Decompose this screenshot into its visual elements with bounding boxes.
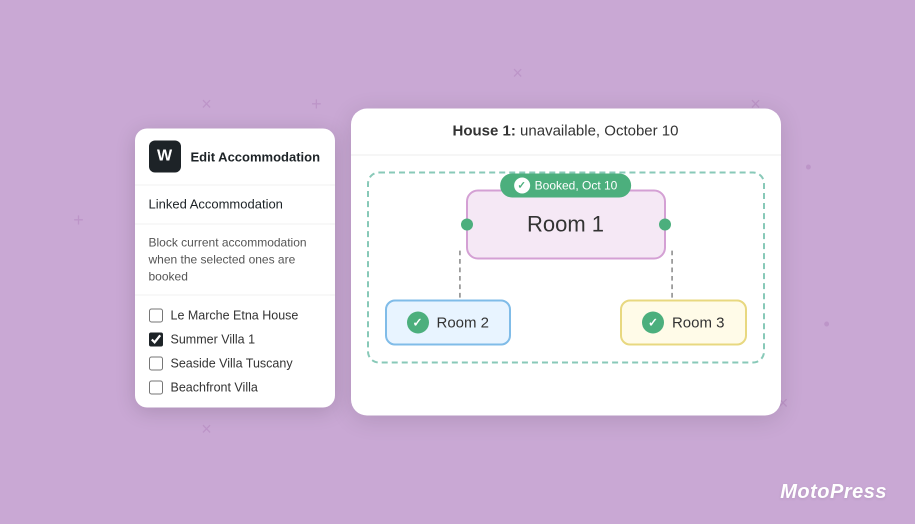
room3-box: Room 3 bbox=[620, 300, 747, 346]
booked-badge-text: Booked, Oct 10 bbox=[535, 179, 618, 193]
motopress-brand: MotoPress bbox=[780, 481, 887, 504]
checkbox-label-1: Summer Villa 1 bbox=[171, 333, 256, 347]
checkbox-2[interactable] bbox=[149, 357, 163, 371]
room1-box: Booked, Oct 10 Room 1 bbox=[466, 190, 666, 260]
booked-check-icon bbox=[514, 178, 530, 194]
linked-accommodation-text: Linked Accommodation bbox=[149, 197, 283, 212]
checkbox-label-3: Beachfront Villa bbox=[171, 381, 258, 395]
room1-wrapper: Booked, Oct 10 Room 1 bbox=[385, 190, 747, 260]
motopress-text: MotoPress bbox=[780, 481, 887, 503]
wp-logo-text: W bbox=[157, 148, 172, 166]
checkbox-item-1[interactable]: Summer Villa 1 bbox=[135, 328, 335, 352]
main-container: W Edit Accommodation Linked Accommodatio… bbox=[135, 109, 781, 416]
bg-symbol-11: + bbox=[73, 210, 84, 231]
checkbox-item-0[interactable]: Le Marche Etna House bbox=[135, 304, 335, 328]
diagram-title: House 1: unavailable, October 10 bbox=[453, 123, 679, 140]
room3-check-icon bbox=[642, 312, 664, 334]
room2-label: Room 2 bbox=[437, 314, 490, 331]
diagram-title-bold: House 1: bbox=[453, 123, 516, 140]
block-description: Block current accommodation when the sel… bbox=[135, 225, 335, 296]
booked-badge: Booked, Oct 10 bbox=[500, 174, 632, 198]
sidebar-panel: W Edit Accommodation Linked Accommodatio… bbox=[135, 129, 335, 408]
bg-symbol-7: • bbox=[824, 314, 830, 335]
bg-symbol-6: • bbox=[805, 157, 811, 178]
diagram-panel: House 1: unavailable, October 10 Booked,… bbox=[351, 109, 781, 416]
checkbox-item-2[interactable]: Seaside Villa Tuscany bbox=[135, 352, 335, 376]
checkbox-list: Le Marche Etna House Summer Villa 1 Seas… bbox=[135, 296, 335, 408]
room1-dot-left bbox=[461, 219, 473, 231]
room3-label: Room 3 bbox=[672, 314, 725, 331]
checkbox-label-2: Seaside Villa Tuscany bbox=[171, 357, 293, 371]
bottom-row: Room 2 Room 3 bbox=[385, 300, 747, 346]
room2-check-icon bbox=[407, 312, 429, 334]
outer-dashed-container: Booked, Oct 10 Room 1 bbox=[367, 172, 765, 364]
edit-accommodation-label: Edit Accommodation bbox=[191, 149, 321, 164]
bg-symbol-9: × bbox=[201, 419, 212, 440]
room2-box: Room 2 bbox=[385, 300, 512, 346]
sidebar-top: W Edit Accommodation bbox=[135, 129, 335, 186]
checkbox-1[interactable] bbox=[149, 333, 163, 347]
wp-logo: W bbox=[149, 141, 181, 173]
room1-dot-right bbox=[659, 219, 671, 231]
checkbox-label-0: Le Marche Etna House bbox=[171, 309, 299, 323]
bg-symbol-4: × bbox=[512, 63, 523, 84]
room1-label: Room 1 bbox=[527, 212, 604, 237]
checkbox-3[interactable] bbox=[149, 381, 163, 395]
diagram-header: House 1: unavailable, October 10 bbox=[351, 109, 781, 156]
linked-accommodation-row[interactable]: Linked Accommodation bbox=[135, 186, 335, 225]
diagram-body: Booked, Oct 10 Room 1 bbox=[351, 156, 781, 416]
checkbox-0[interactable] bbox=[149, 309, 163, 323]
diagram-title-rest: unavailable, October 10 bbox=[516, 123, 679, 140]
checkbox-item-3[interactable]: Beachfront Villa bbox=[135, 376, 335, 400]
